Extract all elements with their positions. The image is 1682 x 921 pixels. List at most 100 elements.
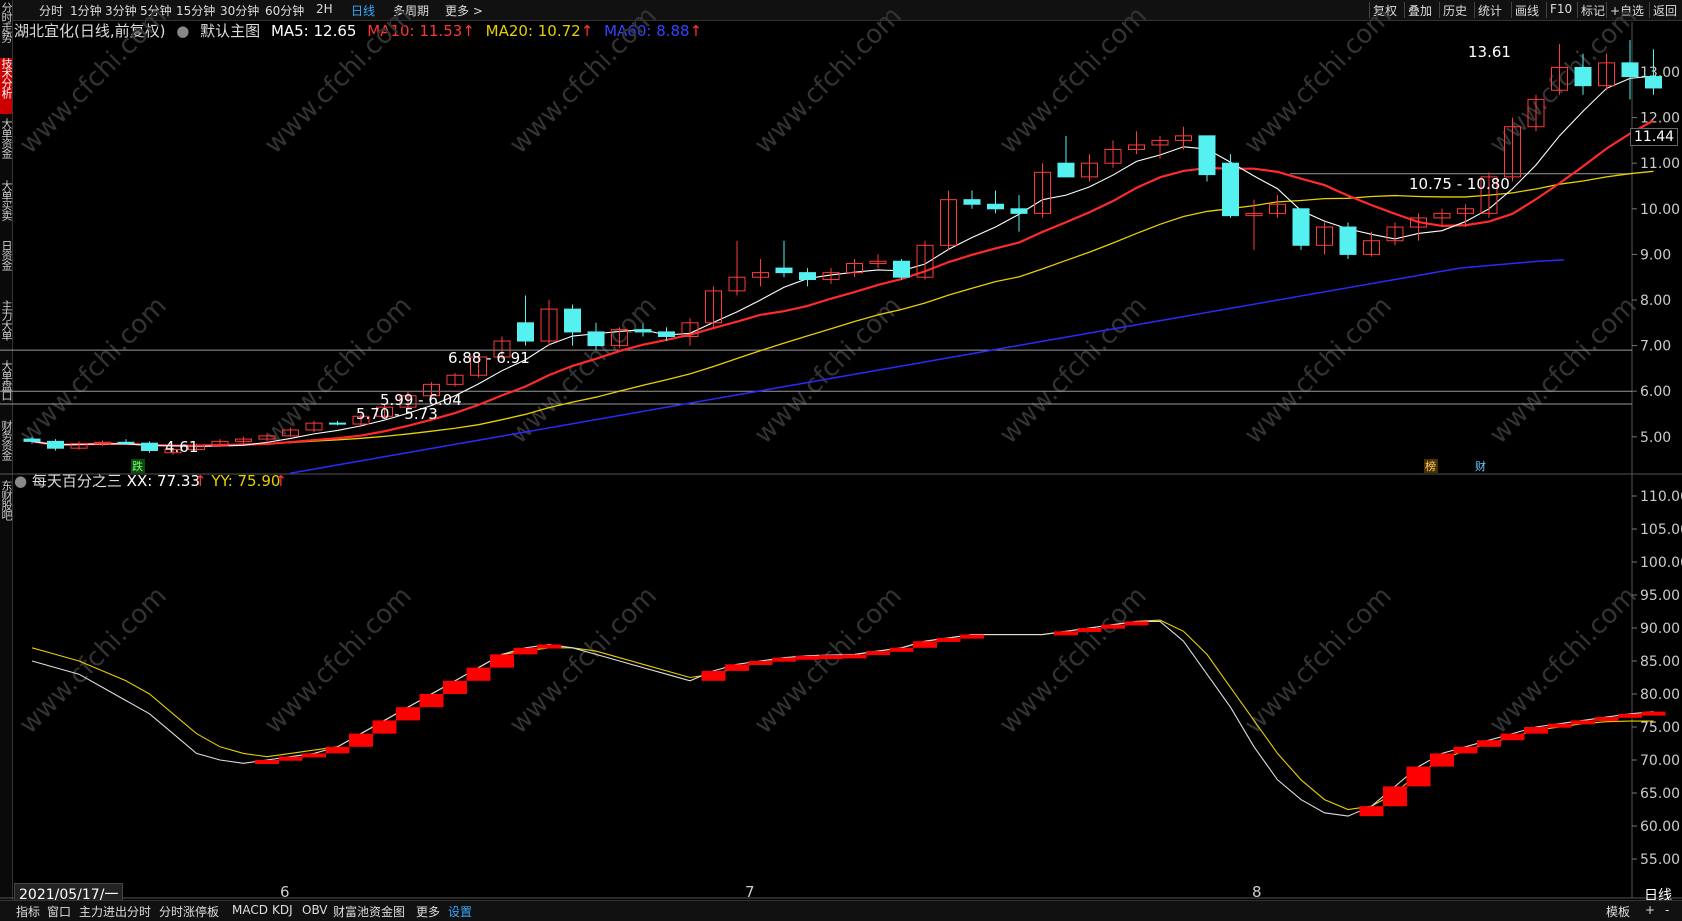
price-axis-label: 10.00	[1640, 202, 1680, 218]
indicator-tab-7[interactable]: 财富池资金图	[333, 903, 405, 920]
indicator-up-block	[1406, 766, 1431, 787]
indicator-axis-label: 105.00	[1640, 522, 1682, 538]
candle-down	[634, 329, 652, 333]
indicator-up-block	[302, 753, 326, 758]
bottom-right-button-0[interactable]: 模板	[1606, 903, 1630, 920]
indicator-up-block	[889, 647, 914, 652]
candle-down	[1645, 76, 1662, 89]
indicator-up-block	[866, 651, 890, 656]
indicator-axis-label: 80.00	[1640, 687, 1680, 703]
price-axis-label: 11.00	[1640, 156, 1680, 172]
candle-down	[1574, 66, 1592, 87]
candle-down	[47, 440, 64, 449]
indicator-up-block	[466, 667, 491, 681]
indicator-tab-6[interactable]: OBV	[302, 903, 328, 917]
indicator-tab-3[interactable]: 分时涨停板	[159, 903, 219, 920]
watermark-text: www.cfchi.com	[994, 1, 1153, 160]
watermark-text: www.cfchi.com	[994, 581, 1153, 740]
candle-down	[893, 260, 910, 278]
watermark-text: www.cfchi.com	[1484, 291, 1643, 450]
watermark-text: www.cfchi.com	[504, 581, 663, 740]
watermark-text: www.cfchi.com	[14, 1, 173, 160]
indicator-up-block	[1641, 711, 1666, 716]
watermark-text: www.cfchi.com	[259, 581, 418, 740]
indicator-axis-label: 75.00	[1640, 720, 1680, 736]
indicator-up-block	[1547, 723, 1572, 728]
indicator-tab-1[interactable]: 窗口	[47, 903, 71, 920]
indicator-tab-4[interactable]: MACD	[232, 903, 268, 917]
watermark-text: www.cfchi.com	[504, 291, 663, 450]
candle-down	[1621, 62, 1639, 78]
indicator-up-block	[725, 664, 749, 671]
high-annotation: 13.61	[1468, 43, 1511, 61]
cai-flag: 财	[1475, 459, 1486, 473]
indicator-axis-label: 90.00	[1640, 621, 1680, 637]
price-axis-label: 5.00	[1640, 430, 1671, 446]
indicator-axis-label: 55.00	[1640, 852, 1680, 868]
indicator-up-block	[513, 647, 538, 655]
candle-down	[141, 442, 158, 451]
gap-annotation: 5.70 - 5.73	[356, 405, 438, 423]
watermark-text: www.cfchi.com	[1239, 291, 1398, 450]
candle-down	[517, 322, 534, 342]
indicator-up-block	[278, 756, 303, 761]
indicator-up-block	[396, 707, 420, 721]
indicator-up-block	[443, 680, 467, 694]
low-annotation: 4.61	[165, 438, 198, 456]
indicator-axis-label: 65.00	[1640, 786, 1680, 802]
indicator-up-block	[1101, 624, 1125, 629]
kline-chart[interactable]: www.cfchi.com www.cfchi.com www.cfchi.com w…	[0, 0, 1682, 920]
candle-down	[775, 267, 793, 274]
candle-down	[1222, 162, 1239, 217]
indicator-up-block	[372, 720, 397, 734]
indicator-axis-label: 85.00	[1640, 654, 1680, 670]
candle-down	[799, 272, 816, 280]
indicator-up-block	[748, 661, 773, 665]
indicator-up-block	[772, 657, 796, 662]
indicator-up-block	[419, 694, 444, 708]
candle-down	[329, 422, 346, 425]
watermark-text: www.cfchi.com	[1239, 581, 1398, 740]
indicator-tab-9[interactable]: 设置	[448, 903, 472, 920]
watermark-text: www.cfchi.com	[259, 291, 418, 450]
bottom-right-button-2[interactable]: -	[1665, 903, 1669, 917]
indicator-up-block	[913, 641, 937, 648]
indicator-up-block	[349, 733, 373, 747]
ma10-line	[31, 119, 1655, 447]
indicator-up-block	[1477, 740, 1501, 747]
indicator-up-block	[1618, 713, 1642, 718]
indicator-up-block	[1500, 733, 1525, 741]
indicator-axis-label: 95.00	[1640, 588, 1680, 604]
indicator-axis-label: 70.00	[1640, 753, 1680, 769]
watermark-text: www.cfchi.com	[259, 1, 418, 160]
watermark-text: www.cfchi.com	[749, 291, 908, 450]
indicator-up-block	[819, 655, 843, 660]
indicator-up-block	[1359, 806, 1384, 817]
indicator-up-block	[1571, 720, 1595, 725]
price-axis-label: 9.00	[1640, 247, 1671, 263]
indicator-tab-0[interactable]: 指标	[16, 903, 40, 920]
candle-down	[1198, 135, 1216, 176]
candle-down	[117, 441, 135, 444]
watermark-text: www.cfchi.com	[14, 291, 173, 450]
indicator-tab-2[interactable]: 主力进出分时	[79, 903, 151, 920]
watermark-text: www.cfchi.com	[1484, 1, 1643, 160]
watermark-text: www.cfchi.com	[14, 581, 173, 740]
watermark-text: www.cfchi.com	[994, 291, 1153, 450]
indicator-up-block	[537, 644, 561, 649]
indicator-tab-5[interactable]: KDJ	[272, 903, 293, 917]
indicator-up-block	[1054, 631, 1078, 636]
candle-down	[987, 203, 1004, 210]
price-axis-label: 6.00	[1640, 384, 1671, 400]
candle-down	[1339, 226, 1357, 255]
indicator-toolbar: 指标 窗口 主力进出分时 分时涨停板 MACD KDJ OBV 财富池资金图 更多 设置 模板 + -	[0, 900, 1682, 921]
indicator-up-block	[1524, 727, 1548, 734]
indicator-tab-8[interactable]: 更多	[416, 903, 440, 920]
candle-down	[564, 308, 581, 333]
watermark-text: www.cfchi.com	[749, 1, 908, 160]
candle-down	[23, 438, 41, 442]
indicator-axis-label: 60.00	[1640, 819, 1680, 835]
bottom-right-button-1[interactable]: +	[1645, 903, 1655, 917]
indicator-axis-label: 110.00	[1640, 489, 1682, 505]
indicator-up-block	[1077, 628, 1102, 632]
